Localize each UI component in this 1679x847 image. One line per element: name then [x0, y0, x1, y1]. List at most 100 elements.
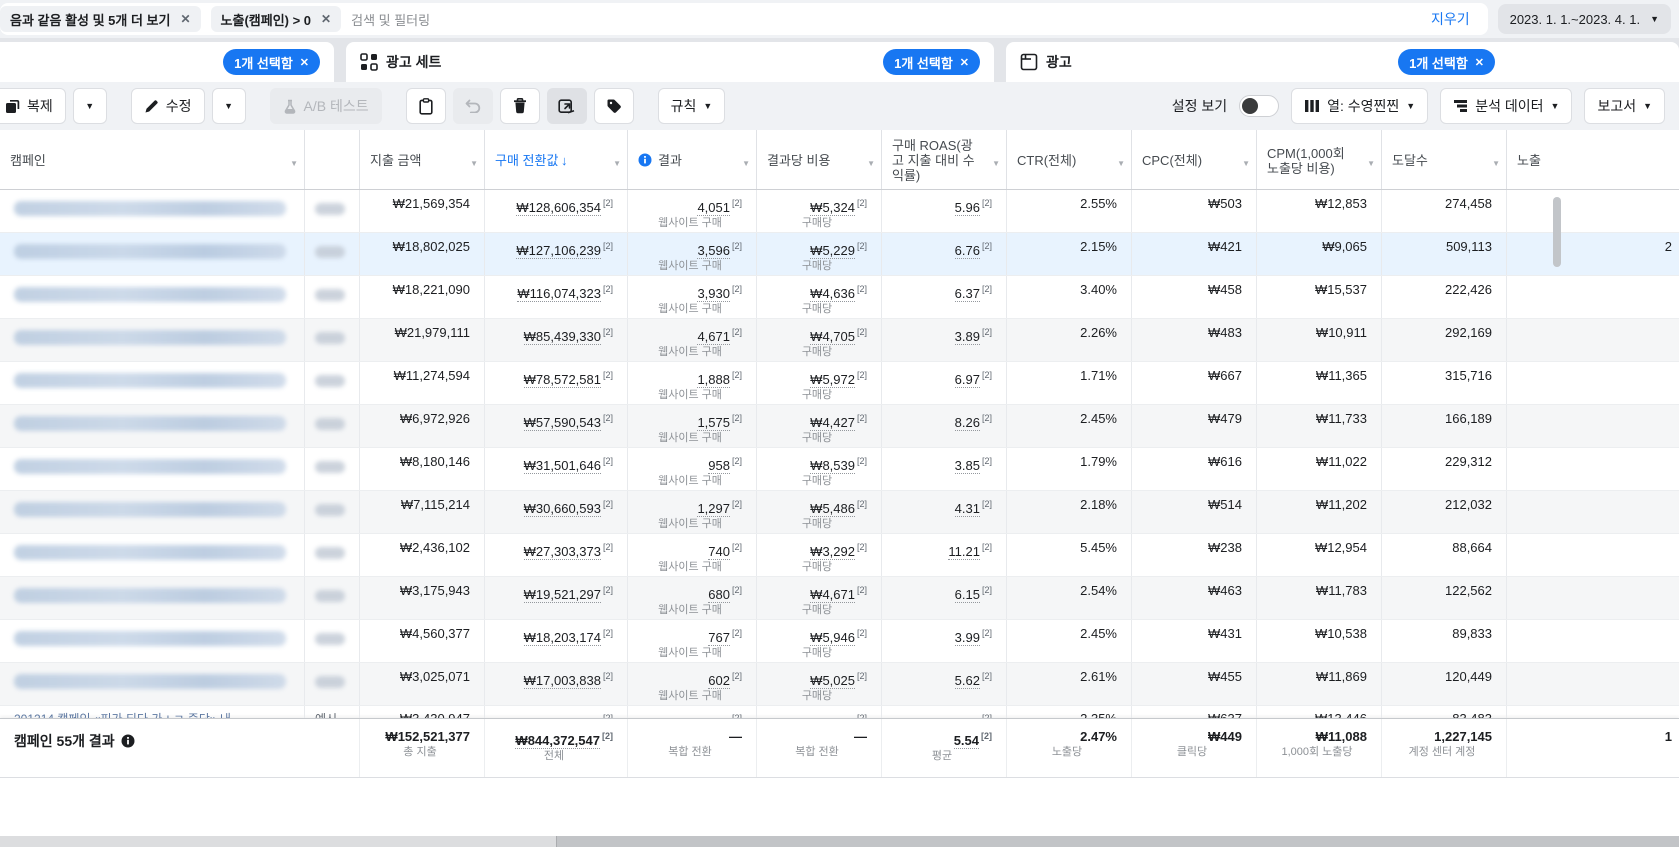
- results-cell[interactable]: 680[2]웹사이트 구매: [628, 577, 757, 619]
- results-cell[interactable]: 1,297[2]웹사이트 구매: [628, 491, 757, 533]
- close-icon[interactable]: ✕: [300, 56, 309, 69]
- search-filter-bar[interactable]: 음과 같음 활성 및 5개 더 보기 ✕ 노출(캠페인) > 0 ✕ 검색 및 …: [0, 3, 1488, 35]
- sort-caret-icon[interactable]: ▼: [742, 156, 750, 171]
- cost-per-result-cell[interactable]: ₩3,292[2]구매당: [757, 534, 882, 576]
- cost-per-result-cell[interactable]: ₩8,539[2]구매당: [757, 448, 882, 490]
- column-header-reach[interactable]: 도달수▼: [1382, 130, 1507, 189]
- campaign-name-cell[interactable]: [0, 448, 305, 490]
- close-icon[interactable]: ✕: [321, 12, 331, 26]
- undo-button[interactable]: [453, 88, 493, 124]
- campaign-name-cell[interactable]: [0, 233, 305, 275]
- column-header-impressions[interactable]: 노출: [1507, 130, 1679, 189]
- results-cell[interactable]: 767[2]웹사이트 구매: [628, 620, 757, 662]
- edit-button[interactable]: 수정: [131, 88, 205, 124]
- tab-ad-sets[interactable]: 광고 세트 1개 선택함 ✕: [346, 42, 994, 82]
- roas-cell[interactable]: 8.26[2]: [882, 405, 1007, 447]
- clear-filters-button[interactable]: 지우기: [1431, 9, 1474, 29]
- results-cell[interactable]: 4,051[2]웹사이트 구매: [628, 190, 757, 232]
- results-cell[interactable]: 3,930[2]웹사이트 구매: [628, 276, 757, 318]
- results-cell[interactable]: 644[2]웹사이트 구매: [628, 706, 757, 718]
- roas-cell[interactable]: 6.37[2]: [882, 276, 1007, 318]
- campaign-row[interactable]: ₩7,115,214₩30,660,593[2]1,297[2]웹사이트 구매₩…: [0, 491, 1679, 534]
- cost-per-result-cell[interactable]: ₩5,486[2]구매당: [757, 491, 882, 533]
- date-range-selector[interactable]: 2023. 1. 1.~2023. 4. 1. ▼: [1498, 4, 1671, 34]
- campaign-name-cell[interactable]: [0, 534, 305, 576]
- cost-per-result-cell[interactable]: ₩5,229[2]구매당: [757, 233, 882, 275]
- campaign-row[interactable]: ₩21,979,111₩85,439,330[2]4,671[2]웹사이트 구매…: [0, 319, 1679, 362]
- roas-cell[interactable]: 5.96[2]: [882, 190, 1007, 232]
- sort-caret-icon[interactable]: ▼: [1367, 156, 1375, 171]
- tab-campaigns[interactable]: 1개 선택함 ✕: [0, 42, 334, 82]
- campaign-row[interactable]: ₩11,274,594₩78,572,581[2]1,888[2]웹사이트 구매…: [0, 362, 1679, 405]
- results-cell[interactable]: 4,671[2]웹사이트 구매: [628, 319, 757, 361]
- roas-cell[interactable]: 6.76[2]: [882, 233, 1007, 275]
- close-icon[interactable]: ✕: [1475, 56, 1484, 69]
- conversion-value-cell[interactable]: ₩17,003,838[2]: [485, 663, 628, 705]
- sort-caret-icon[interactable]: ▼: [290, 156, 298, 171]
- results-cell[interactable]: 1,575[2]웹사이트 구매: [628, 405, 757, 447]
- selected-count-badge[interactable]: 1개 선택함 ✕: [1398, 49, 1495, 75]
- info-icon[interactable]: [638, 153, 652, 168]
- tag-button[interactable]: [594, 88, 634, 124]
- roas-cell[interactable]: 3.99[2]: [882, 620, 1007, 662]
- roas-cell[interactable]: 3.89[2]: [882, 319, 1007, 361]
- campaign-row[interactable]: ₩2,436,102₩27,303,373[2]740[2]웹사이트 구매₩3,…: [0, 534, 1679, 577]
- cost-per-result-cell[interactable]: ₩4,636[2]구매당: [757, 276, 882, 318]
- conversion-value-cell[interactable]: ₩16,773,713[2]: [485, 706, 628, 718]
- sort-caret-icon[interactable]: ▼: [613, 156, 621, 171]
- rules-button[interactable]: 규칙 ▼: [658, 88, 726, 124]
- column-header-results[interactable]: 결과▼: [628, 130, 757, 189]
- sort-caret-icon[interactable]: ▼: [1492, 156, 1500, 171]
- sort-caret-icon[interactable]: ▼: [470, 156, 478, 171]
- campaign-name-cell[interactable]: [0, 405, 305, 447]
- campaign-row[interactable]: ₩18,221,090₩116,074,323[2]3,930[2]웹사이트 구…: [0, 276, 1679, 319]
- roas-cell[interactable]: 11.21[2]: [882, 534, 1007, 576]
- sort-caret-icon[interactable]: ▼: [1242, 156, 1250, 171]
- roas-cell[interactable]: 4.81[2]: [882, 706, 1007, 718]
- cost-per-result-cell[interactable]: ₩5,025[2]구매당: [757, 663, 882, 705]
- cost-per-result-cell[interactable]: ₩5,946[2]구매당: [757, 620, 882, 662]
- duplicate-button[interactable]: 복제: [0, 88, 66, 124]
- campaign-name-cell[interactable]: [0, 620, 305, 662]
- campaign-row[interactable]: ₩18,802,025₩127,106,239[2]3,596[2]웹사이트 구…: [0, 233, 1679, 276]
- campaign-name-cell[interactable]: [0, 577, 305, 619]
- campaign-row[interactable]: ₩6,972,926₩57,590,543[2]1,575[2]웹사이트 구매₩…: [0, 405, 1679, 448]
- campaign-name-cell[interactable]: 201214 캠페인 «피가 되다 가ㅅㄱ 중단» 내: [0, 706, 305, 718]
- export-button[interactable]: [547, 88, 587, 124]
- column-header-cpc[interactable]: CPC(전체)▼: [1132, 130, 1257, 189]
- horizontal-scrollbar-thumb[interactable]: [0, 836, 557, 847]
- campaign-row[interactable]: ₩3,175,943₩19,521,297[2]680[2]웹사이트 구매₩4,…: [0, 577, 1679, 620]
- sort-caret-icon[interactable]: ▼: [867, 156, 875, 171]
- campaign-name-cell[interactable]: [0, 319, 305, 361]
- campaign-name-cell[interactable]: [0, 663, 305, 705]
- ab-test-button[interactable]: A/B 테스트: [270, 88, 382, 124]
- results-cell[interactable]: 1,888[2]웹사이트 구매: [628, 362, 757, 404]
- conversion-value-cell[interactable]: ₩30,660,593[2]: [485, 491, 628, 533]
- edit-menu-button[interactable]: ▼: [212, 88, 246, 124]
- conversion-value-cell[interactable]: ₩27,303,373[2]: [485, 534, 628, 576]
- horizontal-scrollbar[interactable]: [0, 836, 1679, 847]
- campaign-name-cell[interactable]: [0, 276, 305, 318]
- cost-per-result-cell[interactable]: ₩4,427[2]구매당: [757, 405, 882, 447]
- clipboard-button[interactable]: [406, 88, 446, 124]
- search-input[interactable]: 검색 및 필터링: [351, 10, 430, 29]
- roas-cell[interactable]: 5.62[2]: [882, 663, 1007, 705]
- cost-per-result-cell[interactable]: ₩5,972[2]구매당: [757, 362, 882, 404]
- tab-ads[interactable]: 광고 1개 선택함 ✕: [1006, 42, 1679, 82]
- column-header-spend[interactable]: 지출 금액▼: [360, 130, 485, 189]
- cost-per-result-cell[interactable]: ₩5,324[2]구매당: [757, 190, 882, 232]
- selected-count-badge[interactable]: 1개 선택함 ✕: [883, 49, 980, 75]
- vertical-scrollbar-thumb[interactable]: [1553, 197, 1561, 267]
- view-settings-toggle[interactable]: [1239, 95, 1279, 117]
- campaign-row[interactable]: ₩21,569,354₩128,606,354[2]4,051[2]웹사이트 구…: [0, 190, 1679, 233]
- total-conversion-value-cell[interactable]: ₩844,372,547[2]전체: [485, 719, 628, 777]
- info-icon[interactable]: [121, 733, 135, 749]
- campaign-row[interactable]: ₩3,025,071₩17,003,838[2]602[2]웹사이트 구매₩5,…: [0, 663, 1679, 706]
- conversion-value-cell[interactable]: ₩116,074,323[2]: [485, 276, 628, 318]
- results-cell[interactable]: 3,596[2]웹사이트 구매: [628, 233, 757, 275]
- cost-per-result-cell[interactable]: ₩4,705[2]구매당: [757, 319, 882, 361]
- report-button[interactable]: 보고서 ▼: [1584, 88, 1665, 124]
- breakdown-button[interactable]: 분석 데이터 ▼: [1440, 88, 1572, 124]
- conversion-value-cell[interactable]: ₩18,203,174[2]: [485, 620, 628, 662]
- conversion-value-cell[interactable]: ₩78,572,581[2]: [485, 362, 628, 404]
